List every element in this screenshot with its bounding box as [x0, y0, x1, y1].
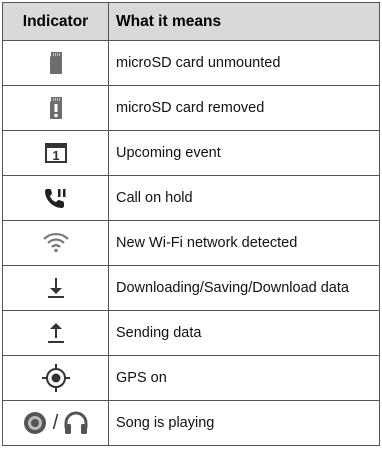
icon-cell	[2, 175, 109, 221]
table-row: 1 Upcoming event	[2, 130, 380, 176]
header-meaning: What it means	[108, 2, 380, 41]
table-header-row: Indicator What it means	[2, 2, 380, 41]
row-text: New Wi-Fi network detected	[108, 220, 380, 266]
icon-cell: /	[2, 400, 109, 446]
icon-cell	[2, 265, 109, 311]
headphones-icon	[64, 411, 88, 435]
wifi-new-network-icon	[42, 231, 70, 255]
icon-cell	[2, 220, 109, 266]
music-disc-icon	[23, 411, 47, 435]
icon-separator: /	[52, 411, 59, 434]
table-row: / Song is playing	[2, 400, 380, 446]
indicator-table-container: Indicator What it means microSD card unm…	[2, 2, 380, 446]
table-row: microSD card unmounted	[2, 40, 380, 86]
calendar-day-label: 1	[52, 148, 59, 163]
icon-cell	[2, 40, 109, 86]
row-text: Call on hold	[108, 175, 380, 221]
table-row: GPS on	[2, 355, 380, 401]
row-text: microSD card unmounted	[108, 40, 380, 86]
icon-cell	[2, 310, 109, 356]
table-row: Call on hold	[2, 175, 380, 221]
table-row: Sending data	[2, 310, 380, 356]
row-text: Sending data	[108, 310, 380, 356]
row-text: Upcoming event	[108, 130, 380, 176]
calendar-event-icon: 1	[44, 143, 67, 163]
row-text: microSD card removed	[108, 85, 380, 131]
table-row: microSD card removed	[2, 85, 380, 131]
call-hold-icon	[44, 187, 68, 209]
indicator-table: Indicator What it means microSD card unm…	[2, 2, 380, 446]
row-text: Song is playing	[108, 400, 380, 446]
row-text: Downloading/Saving/Download data	[108, 265, 380, 311]
upload-arrow-icon	[46, 321, 66, 345]
microsd-removed-icon	[48, 96, 64, 120]
download-arrow-icon	[46, 276, 66, 300]
icon-cell	[2, 85, 109, 131]
table-row: Downloading/Saving/Download data	[2, 265, 380, 311]
table-row: New Wi-Fi network detected	[2, 220, 380, 266]
row-text: GPS on	[108, 355, 380, 401]
icon-cell: 1	[2, 130, 109, 176]
microsd-unmounted-icon	[48, 51, 64, 75]
header-indicator: Indicator	[2, 2, 109, 41]
icon-cell	[2, 355, 109, 401]
gps-icon	[41, 363, 71, 393]
